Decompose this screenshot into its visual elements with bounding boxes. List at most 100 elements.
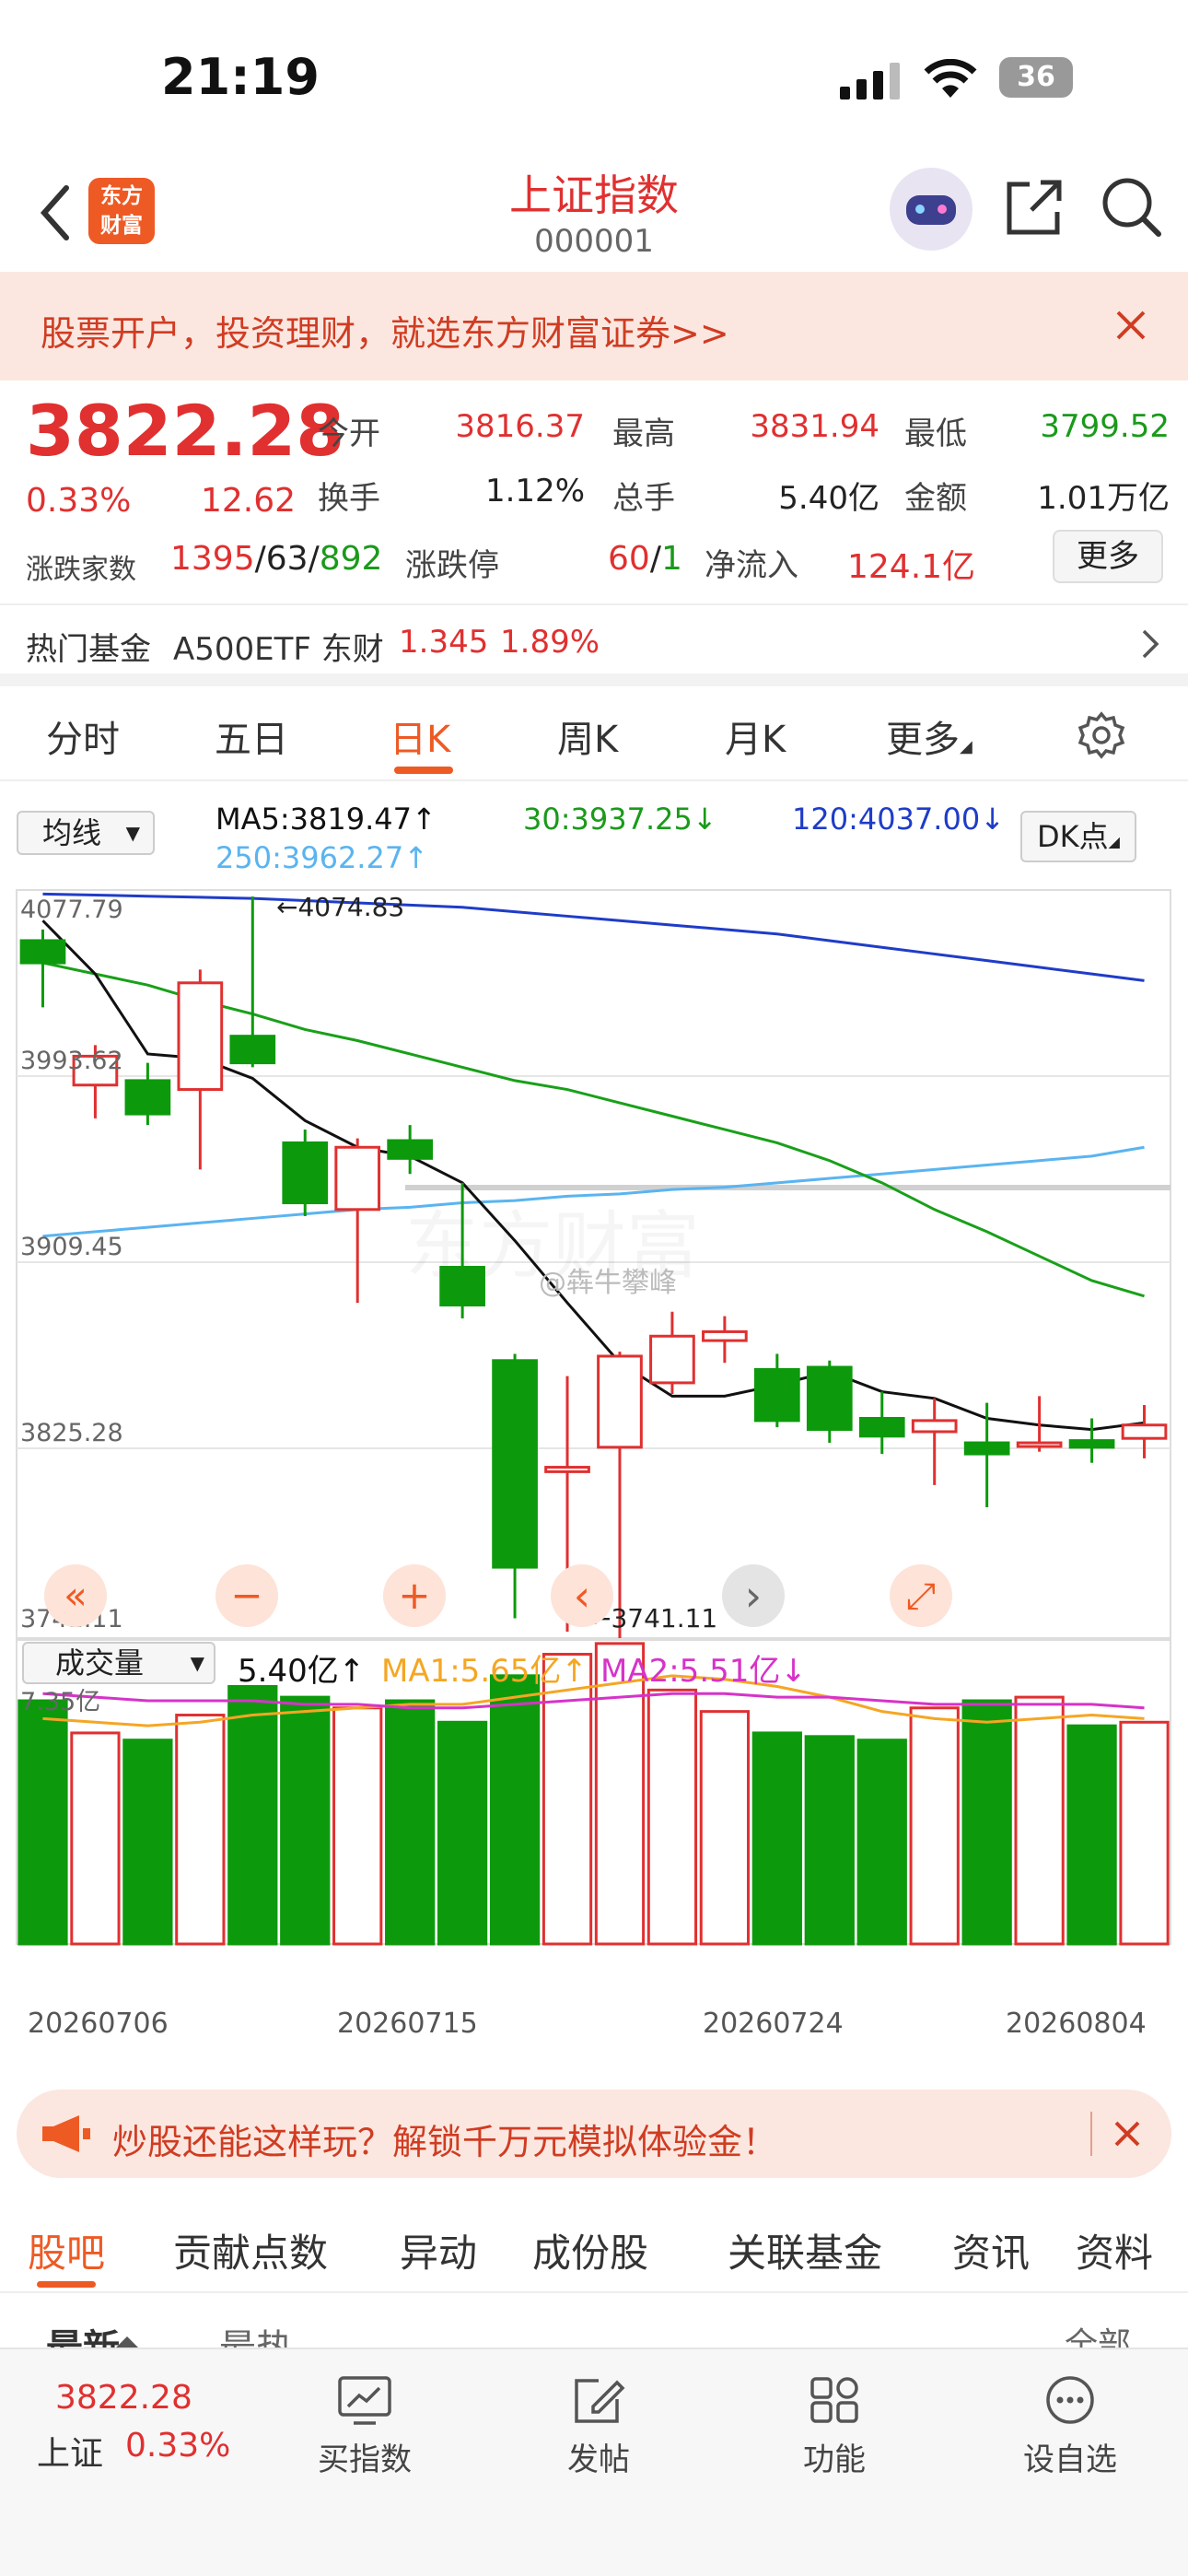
more-dots-icon	[1046, 2376, 1094, 2424]
wifi-icon	[924, 59, 977, 98]
high-annotation: ←4074.83	[276, 892, 404, 922]
sort-latest[interactable]: 最新	[46, 2318, 120, 2348]
tab-indicator	[394, 767, 453, 774]
settings-gear-icon[interactable]	[1077, 711, 1125, 759]
tab-intraday[interactable]: 分时	[46, 709, 120, 763]
assistant-avatar-icon[interactable]	[890, 168, 973, 251]
change-points: 12.62	[201, 482, 297, 520]
breadth-down: 892	[319, 540, 383, 578]
volume-bar-up	[70, 1731, 121, 1946]
sort-hot[interactable]: 最热	[219, 2318, 293, 2348]
tab-more-label: 更多	[886, 719, 960, 761]
volume-bar-up	[332, 1706, 383, 1946]
tab-more[interactable]: 更多◢	[886, 709, 973, 763]
nav-bar: 东方 财富 上证指数 000001	[0, 157, 1188, 272]
limit-up: 60	[608, 540, 650, 578]
more-button[interactable]: 更多	[1053, 530, 1163, 583]
tab-five-day[interactable]: 五日	[215, 709, 288, 763]
kline-chart-area[interactable]: 均线 ▼ MA5:3819.47↑ 30:3937.25↓ 120:4037.00…	[0, 783, 1188, 2073]
volume-bar-down	[856, 1739, 907, 1946]
tab-guba[interactable]: 股吧	[28, 2222, 105, 2278]
candle-down	[387, 1139, 434, 1160]
volume-bar-up	[699, 1710, 751, 1946]
x-axis-date-4: 20260804	[1006, 2008, 1147, 2040]
y-axis-tick-2: 3993.62	[20, 1047, 123, 1075]
candle-up	[1121, 1423, 1168, 1440]
limit-down: 1	[660, 540, 682, 578]
tab-monthly-k[interactable]: 月K	[725, 709, 786, 763]
candle-up	[649, 1334, 695, 1385]
kline-svg[interactable]: 东方财富 4077.79 3993.62 3909.45 3825.28 374…	[0, 783, 1188, 2073]
x-axis-date-1: 20260706	[28, 2008, 169, 2040]
function-button[interactable]: 功能	[742, 2375, 926, 2479]
promo-ad-bar[interactable]: 炒股还能这样玩？解锁千万元模拟体验金！	[17, 2090, 1171, 2178]
low-label: 最低	[904, 416, 967, 452]
clock: 21:19	[161, 48, 320, 106]
promo-banner[interactable]: 股票开户，投资理财，就选东方财富证券>>	[0, 272, 1188, 381]
content-tabs: 股吧 贡献点数 异动 成份股 关联基金 资讯 资料	[0, 2196, 1188, 2293]
search-icon[interactable]	[1100, 175, 1164, 240]
last-price: 3822.28	[26, 390, 345, 472]
fund-pct: 1.89%	[500, 624, 600, 661]
current-price-marker	[405, 1185, 1171, 1190]
change-percent: 0.33%	[26, 482, 132, 520]
candle-down	[806, 1365, 853, 1432]
volume-bar-down	[17, 1699, 68, 1946]
chevron-left-icon: ‹	[574, 1571, 590, 1621]
tab-indicator	[37, 2281, 96, 2288]
volume-bar-up	[1119, 1720, 1170, 1946]
slash: /	[308, 540, 320, 578]
vma2-label: MA2:5.51亿	[600, 1653, 781, 1690]
tab-movement[interactable]: 异动	[400, 2222, 477, 2278]
tab-daily-k[interactable]: 日K	[390, 709, 450, 763]
inflow-value: 124.1亿	[847, 548, 976, 586]
volume-y-max: 7.35亿	[20, 1688, 100, 1716]
filter-all[interactable]: 全部	[1065, 2318, 1131, 2348]
tab-constituents[interactable]: 成份股	[532, 2222, 648, 2278]
candle-down	[492, 1359, 538, 1569]
expand-up-icon[interactable]	[116, 2336, 138, 2348]
hot-fund-row[interactable]: 热门基金 A500ETF 东财 1.345 1.89%	[0, 603, 1188, 686]
turnover-value: 1.12%	[484, 473, 585, 509]
tab-related-funds[interactable]: 关联基金	[728, 2222, 882, 2278]
limit-value: 60/1	[608, 540, 682, 578]
candle-down	[229, 1035, 276, 1065]
divider	[1090, 2112, 1092, 2156]
promo-text: 股票开户，投资理财，就选东方财富证券>>	[41, 313, 729, 354]
bottom-index-name: 上证	[37, 2435, 104, 2473]
volume-bar-down	[437, 1720, 488, 1946]
tab-profile[interactable]: 资料	[1076, 2222, 1153, 2278]
post-button[interactable]: 发帖	[507, 2375, 691, 2479]
volume-label: 总手	[612, 480, 675, 517]
candle-down	[439, 1265, 485, 1306]
slash: /	[649, 540, 661, 578]
function-label: 功能	[803, 2441, 866, 2478]
volume-bar-up	[909, 1706, 960, 1946]
minus-icon: −	[230, 1573, 262, 1618]
period-tabs: 分时 五日 日K 周K 月K 更多◢	[0, 689, 1188, 781]
volume-bar-down	[751, 1731, 802, 1946]
volume-bar-down	[385, 1699, 436, 1946]
add-watchlist-button[interactable]: 设自选	[978, 2375, 1162, 2479]
candle-up	[334, 1145, 381, 1212]
tab-contribution[interactable]: 贡献点数	[173, 2222, 328, 2278]
volume-selector[interactable]: 成交量 ▼	[22, 1642, 215, 1684]
grid-apps-icon	[810, 2377, 858, 2423]
tab-news[interactable]: 资讯	[952, 2222, 1030, 2278]
high-value: 3831.94	[750, 408, 879, 445]
megaphone-icon	[42, 2115, 90, 2152]
expand-icon: ⤢	[906, 1575, 936, 1618]
breadth-flat: 63	[265, 540, 309, 578]
close-icon[interactable]	[1114, 309, 1147, 342]
share-icon[interactable]	[1004, 177, 1065, 238]
buy-index-button[interactable]: 买指数	[273, 2375, 457, 2479]
close-icon[interactable]	[1112, 2119, 1142, 2149]
amount-value: 1.01万亿	[1037, 480, 1170, 517]
volume-bar-up	[175, 1714, 226, 1946]
dropdown-arrow-icon: ▼	[190, 1652, 204, 1674]
slash: /	[254, 540, 266, 578]
candle-down	[858, 1416, 905, 1438]
volume-bar-down	[804, 1735, 855, 1946]
status-bar: 21:19 36	[0, 0, 1188, 157]
tab-weekly-k[interactable]: 周K	[557, 709, 618, 763]
